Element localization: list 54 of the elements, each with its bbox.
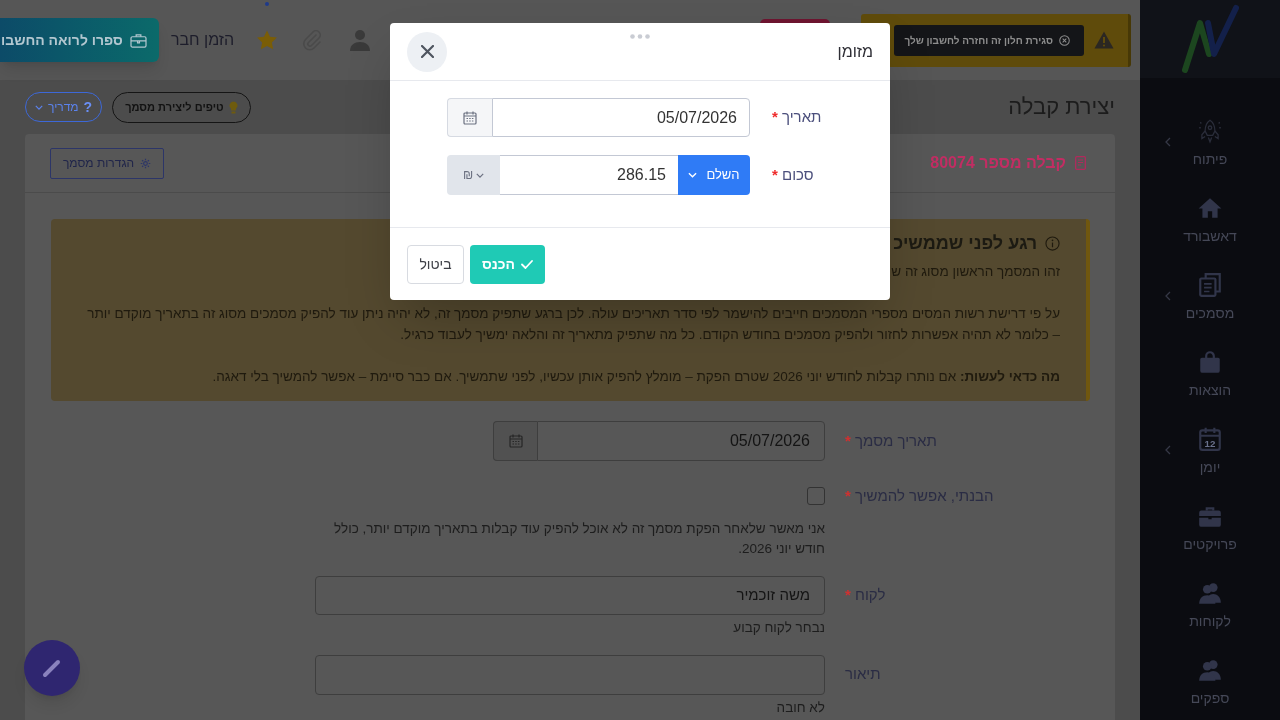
calendar-icon: 12 <box>1197 425 1223 452</box>
close-icon <box>420 45 434 58</box>
close-circle-icon <box>1059 34 1070 46</box>
text-field[interactable] <box>315 655 825 695</box>
pencil-icon <box>42 658 62 678</box>
sidebar-item[interactable]: פיתוח <box>1140 104 1280 181</box>
cancel-button[interactable]: ביטול <box>407 244 464 284</box>
field-label: סכום * <box>772 164 814 185</box>
chevron-icon <box>688 172 698 178</box>
document-title: קבלה מספר 80074 <box>930 153 1066 173</box>
help-text: נבחר לקוח קבוע <box>732 619 825 637</box>
checkbox[interactable] <box>807 487 825 505</box>
chevron-icon <box>476 172 485 178</box>
gear-icon <box>140 157 152 169</box>
submit-button[interactable]: הכנס <box>470 244 545 284</box>
drag-handle-icon[interactable] <box>630 34 650 39</box>
check-icon <box>521 259 533 269</box>
close-account-button[interactable]: סגירת חלון זה וחזרה לחשבון שלך <box>894 24 1084 56</box>
accountant-button[interactable]: ספרו לרואה החשבו <box>0 18 159 62</box>
calendar-icon <box>508 434 523 448</box>
lightbulb-icon <box>228 100 238 114</box>
help-text: אני מאשר שלאחר הפקת מסמך זה לא אוכל להפיק עוד קבלות בתאריך מוקדם יותר, כולל חודש יוני 2026. <box>333 520 825 558</box>
receipt-icon <box>1075 156 1086 170</box>
text-field[interactable]: משה זוכמיר <box>315 576 825 615</box>
alert-title: רגע לפני שממשיכ <box>893 232 1037 254</box>
sidebar-item[interactable]: לקוחות <box>1140 566 1280 643</box>
invite-link[interactable]: הזמן חבר <box>170 28 235 52</box>
help-text: לא חובה <box>775 699 825 717</box>
logo-icon[interactable] <box>1180 4 1240 74</box>
bag-icon <box>1197 348 1223 375</box>
date-field[interactable]: 05/07/2026 <box>537 421 825 461</box>
chevron-icon <box>35 104 43 110</box>
rocket-icon <box>1197 117 1223 144</box>
sidebar-item[interactable]: פרויקטים <box>1140 489 1280 566</box>
sidebar-item[interactable]: ספקים <box>1140 643 1280 720</box>
document-settings-button[interactable]: הגדרות מסמך <box>50 147 164 179</box>
calendar-button[interactable] <box>493 421 537 461</box>
dialog-title: מזומן <box>837 41 873 62</box>
documents-icon <box>1197 271 1223 298</box>
currency-dropdown[interactable]: ₪ <box>447 155 500 195</box>
close-button[interactable] <box>407 31 447 72</box>
sidebar-item[interactable]: דאשבורד <box>1140 181 1280 258</box>
sidebar-item[interactable]: מסמכים <box>1140 258 1280 335</box>
amount-field[interactable]: 286.15 <box>500 155 678 195</box>
complete-button[interactable]: השלם <box>678 155 750 195</box>
sidebar-item[interactable]: הוצאות <box>1140 335 1280 412</box>
calendar-icon <box>463 110 477 125</box>
warning-icon <box>1094 31 1114 49</box>
user-icon[interactable] <box>349 29 372 51</box>
info-icon <box>1045 235 1060 251</box>
date-field[interactable]: 05/07/2026 <box>492 98 750 137</box>
field-label: תאריך * <box>772 107 822 128</box>
briefcase-icon <box>129 32 147 48</box>
star-icon[interactable] <box>256 29 279 51</box>
